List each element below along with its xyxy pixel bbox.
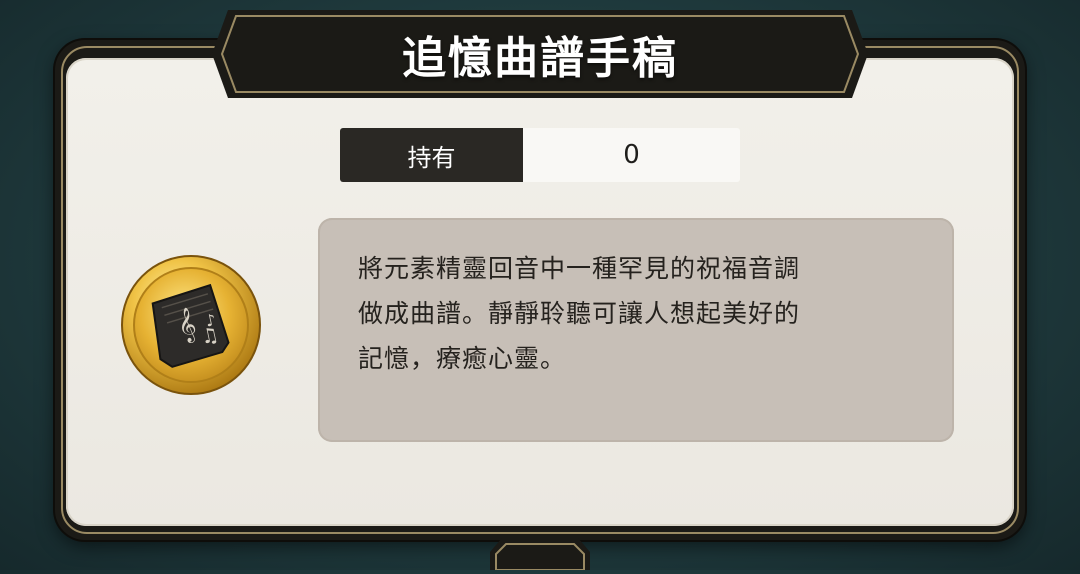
item-medallion: 𝄞 ♫ ♪ (120, 254, 262, 396)
item-description: 將元素精靈回音中一種罕見的祝福音調 做成曲譜。靜靜聆聽可讓人想起美好的 記憶，療… (358, 254, 801, 373)
holding-label: 持有 (340, 128, 523, 182)
holding-count-row: 持有 0 (340, 128, 740, 182)
item-title: 追憶曲譜手稿 (402, 33, 678, 84)
sheet-music-icon: 𝄞 ♫ ♪ (121, 255, 261, 395)
title-banner: 追憶曲譜手稿 (212, 6, 868, 102)
bottom-ornament (490, 536, 590, 571)
holding-value: 0 (523, 128, 740, 182)
description-box: 將元素精靈回音中一種罕見的祝福音調 做成曲譜。靜靜聆聽可讓人想起美好的 記憶，療… (318, 218, 954, 442)
bottom-ornament-shape (490, 538, 590, 571)
